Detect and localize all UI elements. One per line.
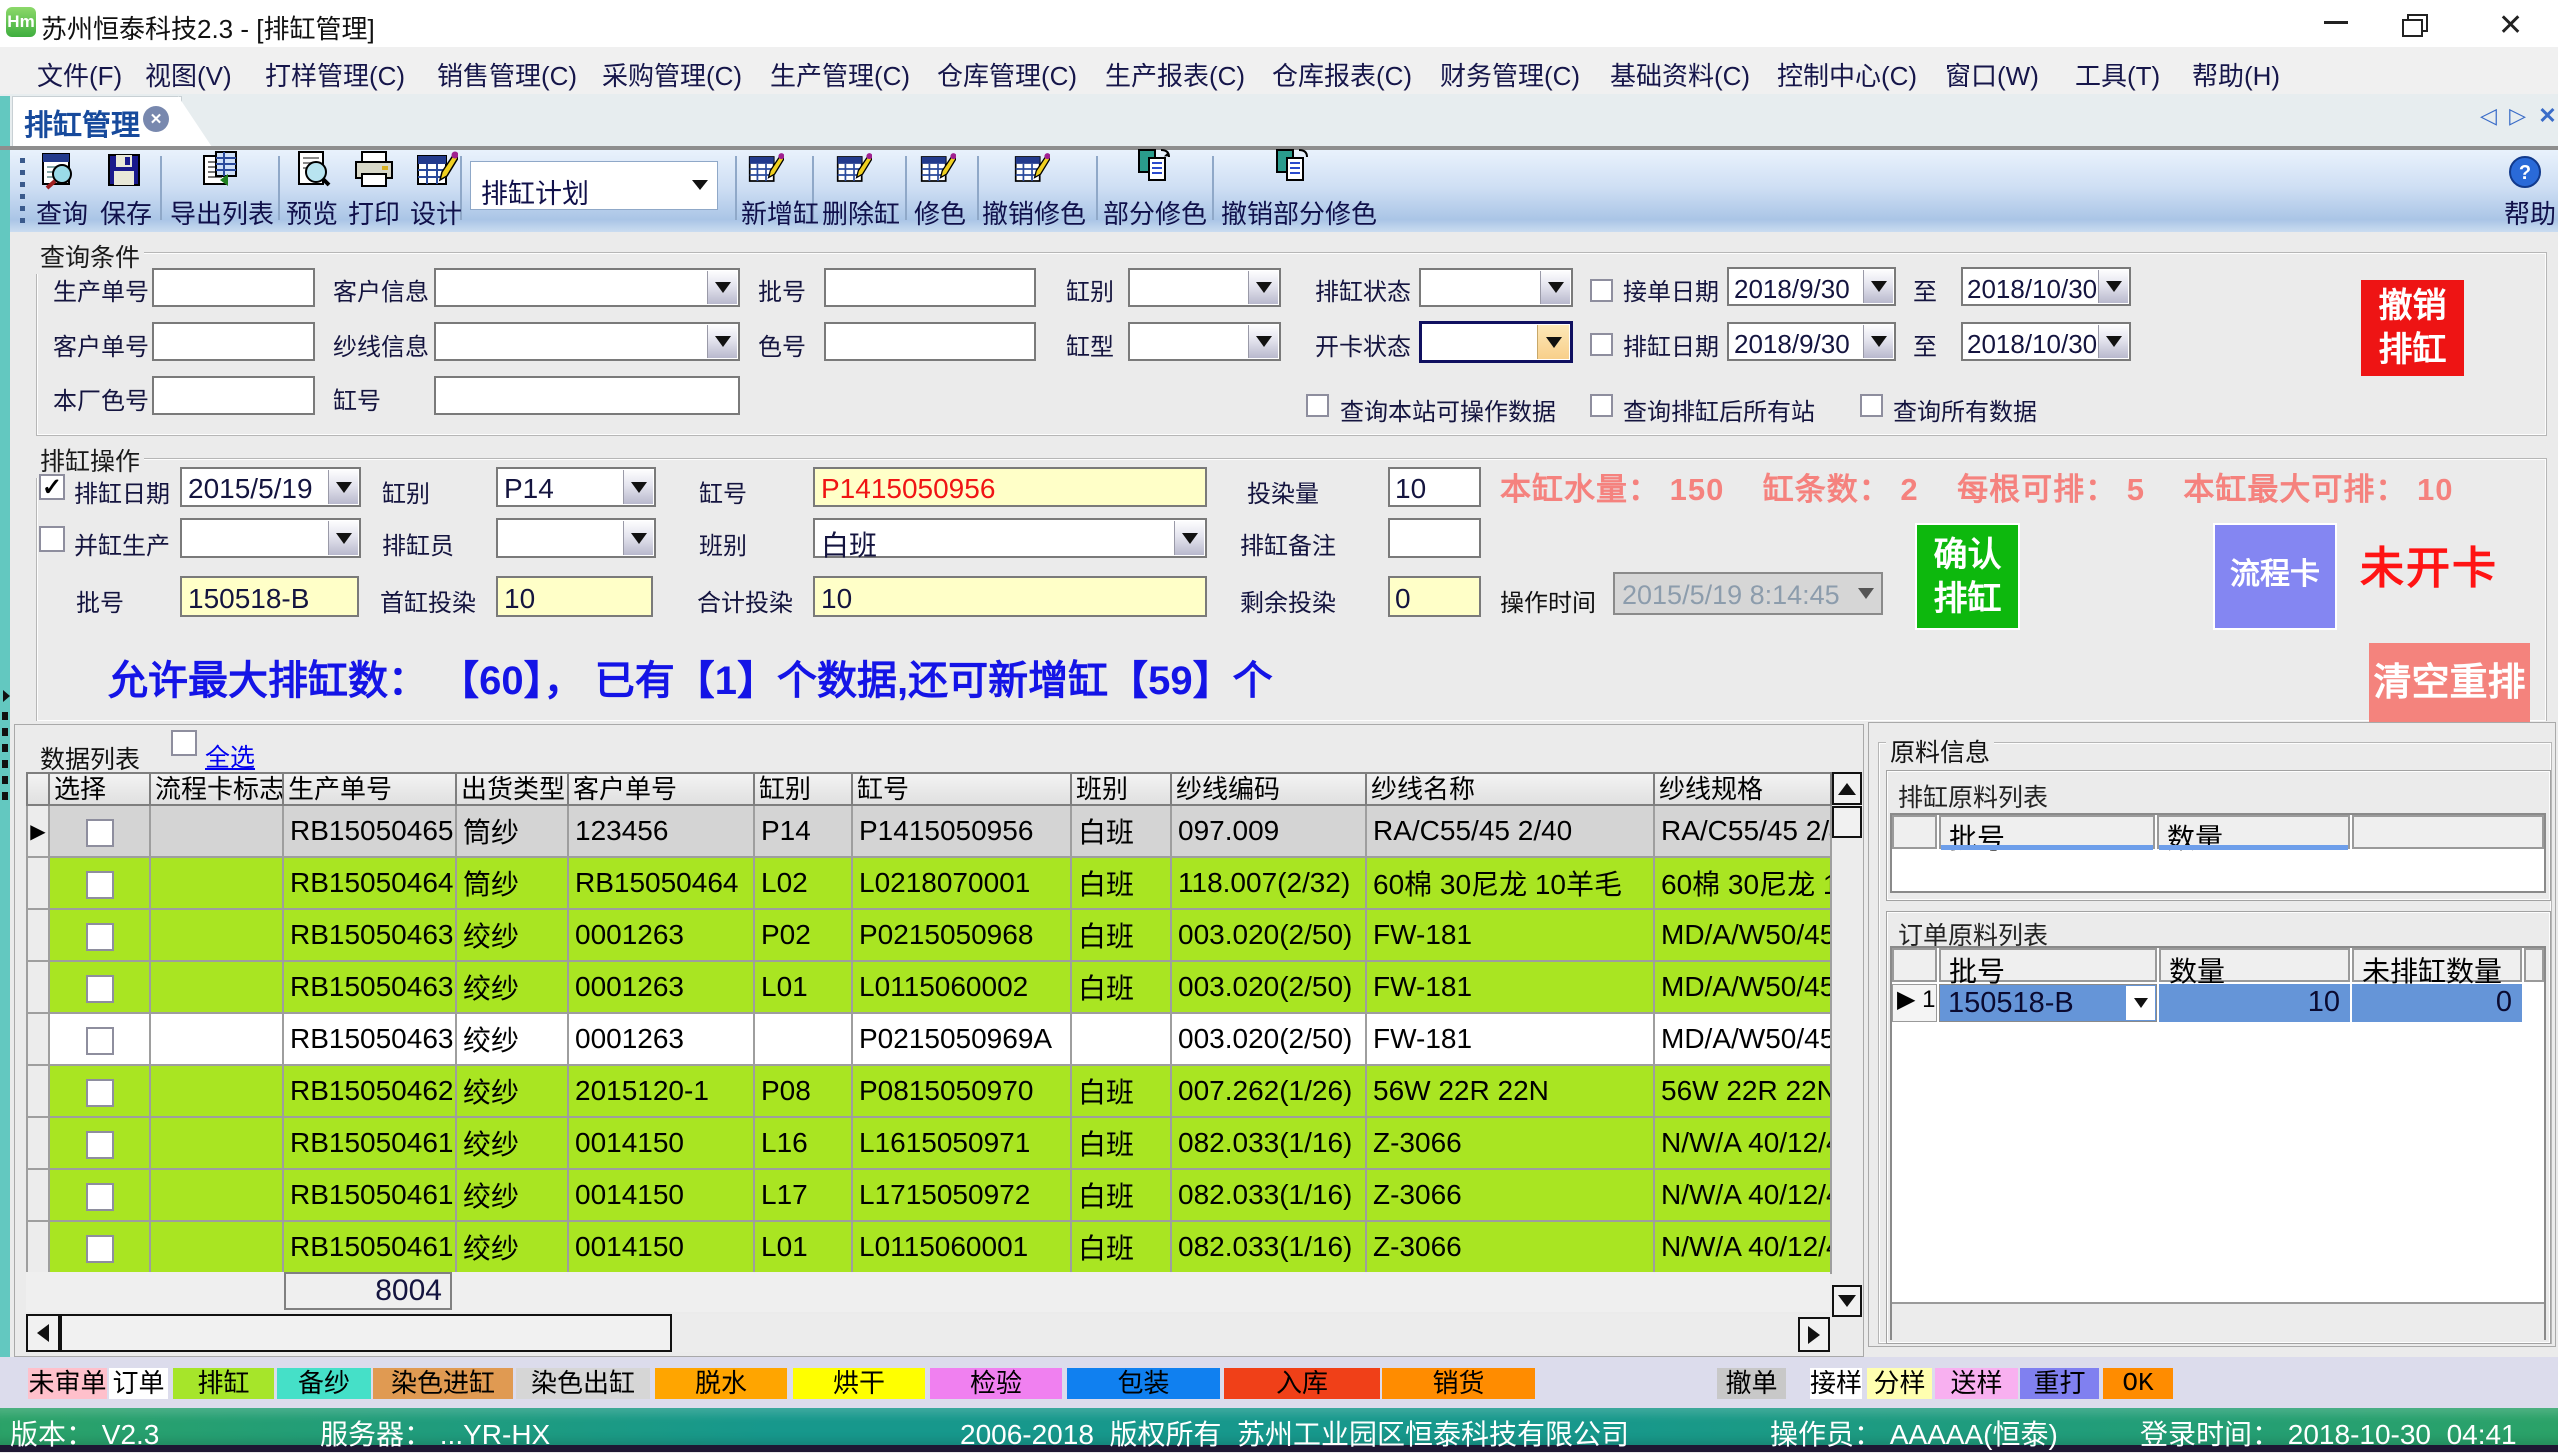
svg-text:?: ?	[2519, 162, 2531, 184]
